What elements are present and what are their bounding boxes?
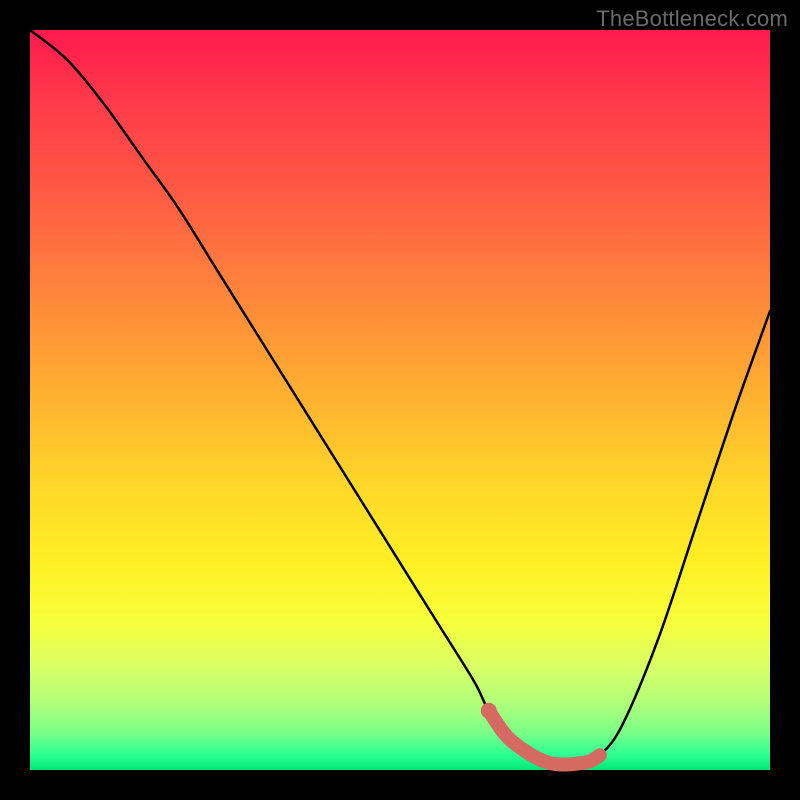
optimal-range-marker: [489, 711, 600, 765]
chart-svg: [30, 30, 770, 770]
chart-frame: TheBottleneck.com: [0, 0, 800, 800]
optimal-start-dot: [481, 703, 497, 719]
bottleneck-curve: [30, 30, 770, 765]
watermark: TheBottleneck.com: [596, 6, 788, 32]
plot-area: [30, 30, 770, 770]
